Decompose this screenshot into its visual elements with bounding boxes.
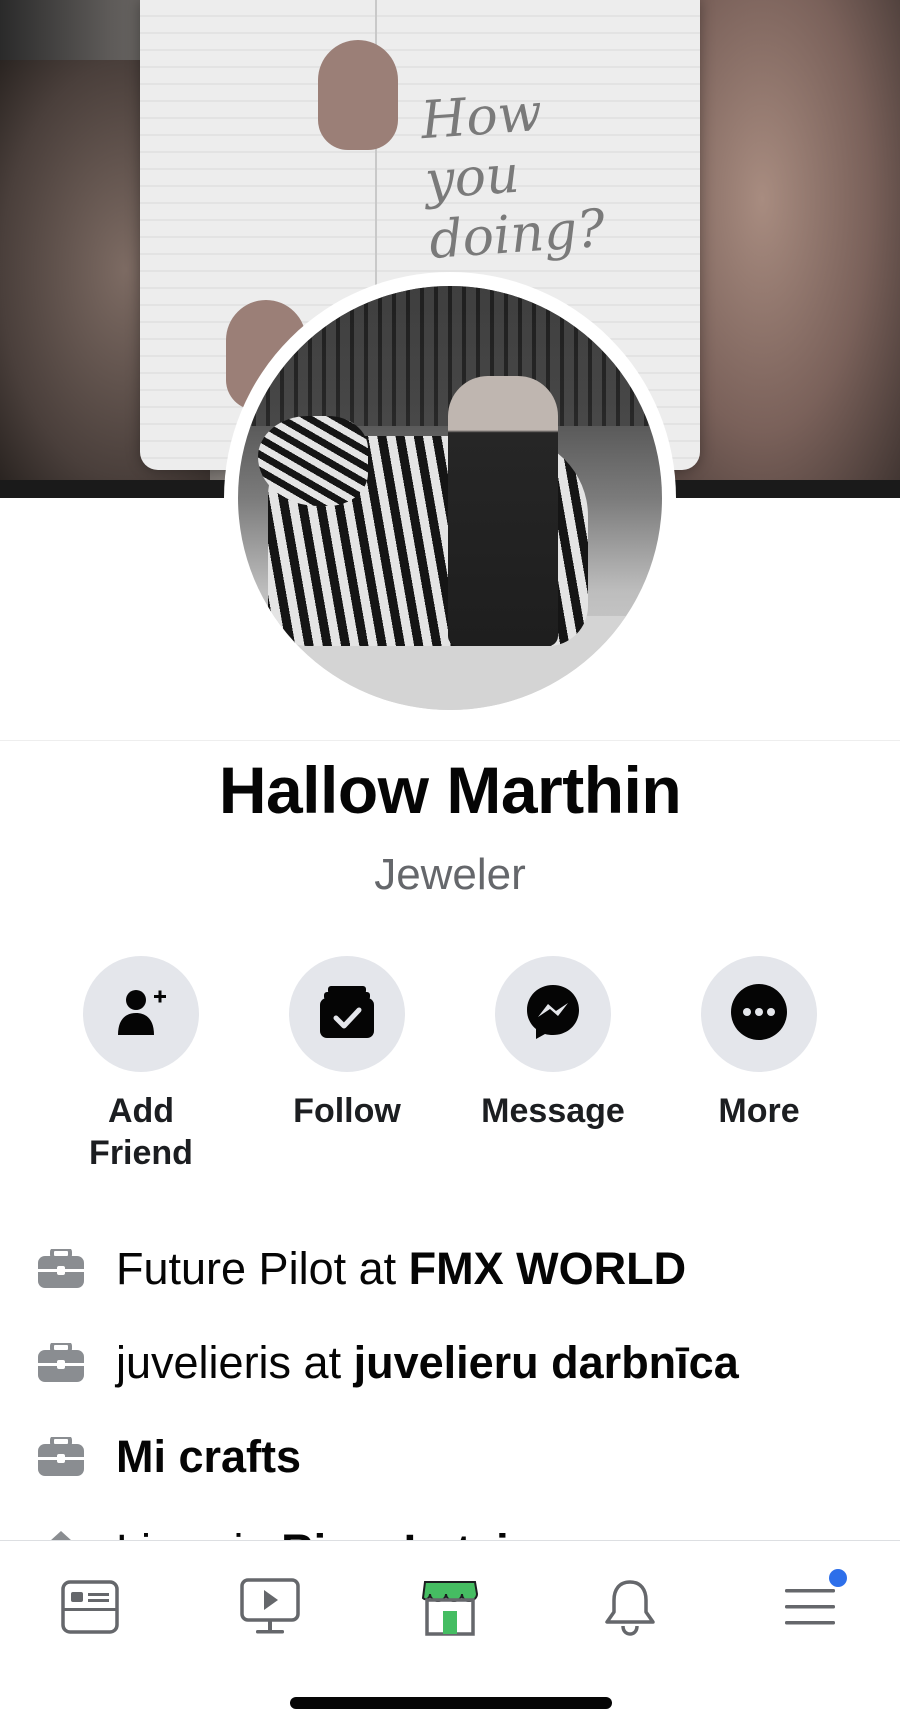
briefcase-icon: [36, 1432, 86, 1482]
briefcase-icon: [36, 1244, 86, 1294]
detail-location[interactable]: Riga, Latvia: [281, 1525, 534, 1540]
watch-icon: [240, 1577, 300, 1641]
bell-icon: [603, 1578, 657, 1641]
detail-employer[interactable]: FMX WORLD: [409, 1243, 686, 1294]
messenger-icon: [524, 983, 582, 1046]
marketplace-icon: [421, 1578, 479, 1641]
profile-title: Jeweler: [374, 850, 526, 899]
tab-news-feed[interactable]: [45, 1569, 135, 1649]
add-friend-icon: [114, 985, 168, 1044]
tab-menu[interactable]: [765, 1569, 855, 1649]
cover-handwriting: How you doing?: [418, 82, 607, 271]
home-icon: [36, 1526, 86, 1540]
tab-marketplace[interactable]: [405, 1569, 495, 1649]
detail-item-work-2[interactable]: juvelieris at juvelieru darbnīca: [36, 1316, 876, 1410]
detail-item-work-1[interactable]: Future Pilot at FMX WORLD: [36, 1222, 876, 1316]
detail-employer[interactable]: Mi crafts: [116, 1431, 301, 1482]
home-indicator[interactable]: [290, 1697, 612, 1709]
message-label: Message: [481, 1092, 625, 1130]
detail-prefix: Future Pilot at: [116, 1243, 409, 1294]
avatar[interactable]: [238, 286, 662, 710]
add-friend-label: Add Friend: [89, 1092, 193, 1172]
detail-prefix: juvelieris at: [116, 1337, 354, 1388]
detail-item-work-3[interactable]: Mi crafts: [36, 1410, 876, 1504]
notification-badge: [829, 1569, 847, 1587]
detail-employer[interactable]: juvelieru darbnīca: [354, 1337, 739, 1388]
divider: [0, 740, 900, 741]
profile-name: Hallow Marthin: [218, 753, 682, 827]
add-friend-button[interactable]: Add Friend: [38, 956, 244, 1174]
more-label: More: [718, 1092, 800, 1130]
menu-icon: [783, 1585, 837, 1634]
message-button[interactable]: Message: [450, 956, 656, 1132]
detail-prefix: Lives in: [116, 1525, 281, 1540]
cover-face: [670, 0, 900, 498]
news-feed-icon: [61, 1579, 119, 1639]
follow-label: Follow: [293, 1092, 401, 1130]
profile-actions: Add Friend Follow Message More: [0, 956, 900, 1176]
tab-watch[interactable]: [225, 1569, 315, 1649]
follow-button[interactable]: Follow: [244, 956, 450, 1132]
detail-item-location[interactable]: Lives in Riga, Latvia: [36, 1504, 876, 1540]
briefcase-icon: [36, 1338, 86, 1388]
intro-details: Future Pilot at FMX WORLD juvelieris at …: [36, 1222, 876, 1540]
tab-notifications[interactable]: [585, 1569, 675, 1649]
cover-finger: [318, 40, 398, 150]
more-button[interactable]: More: [656, 956, 862, 1132]
follow-icon: [318, 984, 376, 1045]
avatar-person: [448, 376, 558, 646]
more-icon: [730, 983, 788, 1046]
